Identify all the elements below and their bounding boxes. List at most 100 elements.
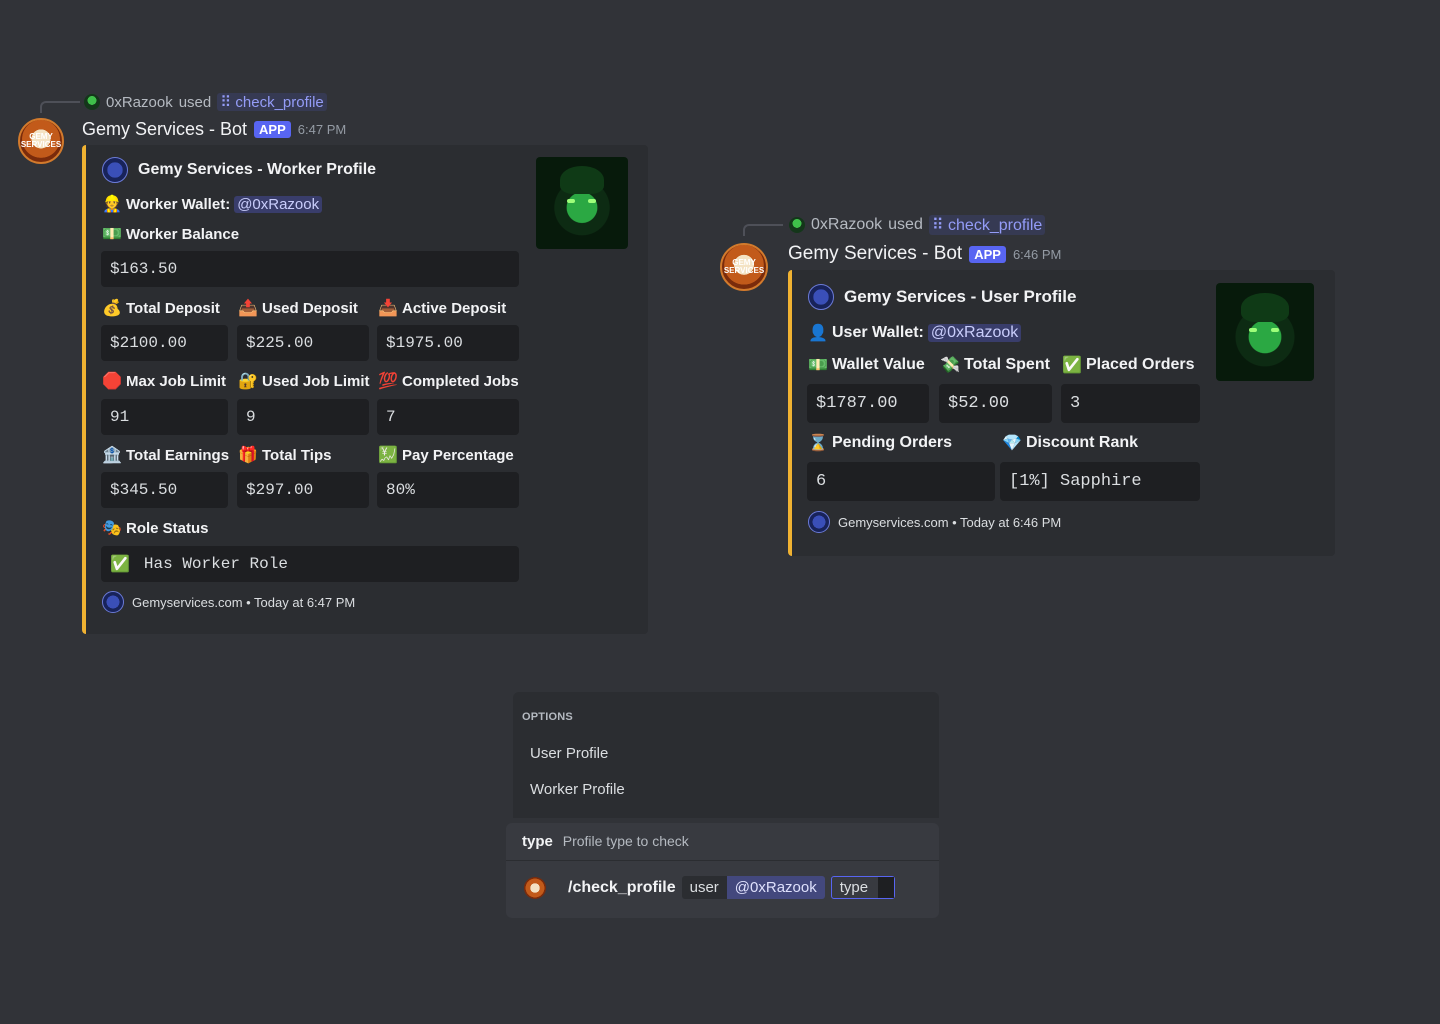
field-value: 3 — [1061, 384, 1200, 423]
field-name: 🏦 Total Earnings — [102, 446, 230, 465]
user-wallet-field: 👤 User Wallet: @0xRazook — [808, 323, 1022, 343]
field-name: 🛑 Max Job Limit — [102, 372, 227, 391]
worker-balance-label: 💵 Worker Balance — [102, 225, 240, 244]
field-name: 🎁 Total Tips — [238, 446, 332, 465]
app-badge: APP — [969, 245, 1006, 263]
field-value: 91 — [101, 399, 228, 435]
field-name: 📥 Active Deposit — [378, 299, 507, 318]
field-value: $297.00 — [237, 472, 369, 508]
field-value: $1975.00 — [377, 325, 519, 361]
dollar-bill-icon: 💵 — [808, 357, 828, 374]
worker-profile-embed: Gemy Services - Worker Profile 👷 Worker … — [82, 145, 648, 634]
field-value: $2100.00 — [101, 325, 228, 361]
field-name: 📤 Used Deposit — [238, 299, 358, 318]
user-wallet-mention[interactable]: @0xRazook — [927, 324, 1022, 342]
command-bar: type Profile type to check /check_profil… — [506, 823, 939, 918]
worker-wallet-mention[interactable]: @0xRazook — [234, 195, 323, 213]
field-value: 6 — [807, 462, 995, 501]
field-name: 💵 Wallet Value — [808, 356, 925, 374]
role-status-value: ✅ Has Worker Role — [101, 546, 519, 582]
reply-user-avatar[interactable] — [789, 217, 805, 233]
field-name: 💹 Pay Percentage — [378, 446, 514, 465]
message-time[interactable]: 6:46 PM — [1013, 247, 1061, 262]
field-name: ⌛ Pending Orders — [808, 434, 953, 452]
type-option-input[interactable]: type — [830, 876, 895, 899]
option-hint: type Profile type to check — [522, 833, 689, 850]
field-name: 🔐 Used Job Limit — [238, 372, 370, 391]
message-header: Gemy Services - Bot APP 6:46 PM — [788, 243, 1061, 265]
reply-connector — [40, 101, 80, 113]
field-value: $1787.00 — [807, 384, 929, 423]
bot-avatar[interactable]: GEMY SERVICES — [720, 243, 768, 291]
embed-author-name: Gemy Services - Worker Profile — [138, 161, 377, 178]
reply-command[interactable]: ⠿ check_profile — [928, 215, 1046, 235]
embed-thumbnail[interactable] — [536, 157, 628, 249]
gemy-logo-icon — [808, 511, 830, 533]
option-user-profile[interactable]: User Profile — [530, 745, 608, 762]
bank-icon: 🏦 — [102, 447, 122, 464]
gift-icon: 🎁 — [238, 447, 258, 464]
field-value: $52.00 — [939, 384, 1052, 423]
reply-used-text: used — [178, 93, 212, 111]
option-name: type — [522, 833, 553, 850]
field-name: ✅ Placed Orders — [1062, 356, 1195, 374]
field-value: $345.50 — [101, 472, 228, 508]
masks-icon: 🎭 — [102, 520, 122, 537]
app-avatar-icon — [524, 876, 546, 899]
gem-icon: 💎 — [1002, 435, 1022, 452]
role-status-label: 🎭 Role Status — [102, 519, 209, 538]
field-name: 💸 Total Spent — [940, 356, 1050, 374]
user-silhouette-icon: 👤 — [808, 325, 828, 342]
reply-used-text: used — [888, 216, 923, 233]
embed-author: Gemy Services - Worker Profile — [102, 157, 376, 183]
bot-avatar[interactable]: GEMY SERVICES — [18, 118, 64, 164]
field-value: 9 — [237, 399, 369, 435]
embed-footer: Gemyservices.com • Today at 6:47 PM — [102, 591, 355, 613]
stop-sign-icon: 🛑 — [102, 373, 122, 390]
app-badge: APP — [254, 121, 291, 138]
field-value: [1%] Sapphire — [1000, 462, 1200, 501]
gemy-logo-icon — [102, 591, 124, 613]
reply-command[interactable]: ⠿ check_profile — [217, 93, 327, 111]
check-icon: ✅ — [110, 556, 130, 574]
hourglass-icon: ⌛ — [808, 435, 828, 452]
reply-user-avatar[interactable] — [84, 94, 100, 110]
field-name: 💰 Total Deposit — [102, 299, 220, 318]
worker-emoji-icon: 👷 — [102, 196, 122, 213]
field-value: 80% — [377, 472, 519, 508]
worker-wallet-field: 👷 Worker Wallet: @0xRazook — [102, 194, 323, 214]
field-name: 💎 Discount Rank — [1002, 434, 1139, 452]
worker-balance-value: $163.50 — [101, 251, 519, 287]
gemy-logo-icon — [808, 284, 834, 310]
outbox-icon: 📤 — [238, 300, 258, 317]
user-wallet-label: User Wallet: — [832, 324, 924, 341]
embed-author: Gemy Services - User Profile — [808, 284, 1076, 310]
command-name: /check_profile — [568, 878, 676, 896]
embed-footer: Gemyservices.com • Today at 6:46 PM — [808, 511, 1061, 533]
reply-preview[interactable]: 0xRazook used ⠿ check_profile — [84, 93, 327, 111]
bot-name[interactable]: Gemy Services - Bot — [82, 119, 247, 140]
message-time[interactable]: 6:47 PM — [298, 122, 346, 137]
money-wings-icon: 💸 — [940, 357, 960, 374]
chart-icon: 💹 — [378, 447, 398, 464]
option-worker-profile[interactable]: Worker Profile — [530, 781, 625, 798]
reply-preview[interactable]: 0xRazook used ⠿ check_profile — [789, 215, 1046, 235]
popup-title: OPTIONS — [522, 711, 573, 723]
reply-username[interactable]: 0xRazook — [106, 94, 173, 111]
message-header: Gemy Services - Bot APP 6:47 PM — [82, 119, 346, 140]
embed-thumbnail[interactable] — [1216, 283, 1314, 381]
money-icon: 💵 — [102, 226, 122, 243]
user-option-value[interactable]: @0xRazook — [726, 876, 825, 899]
command-input[interactable]: /check_profile user @0xRazook type — [524, 876, 895, 899]
option-description: Profile type to check — [562, 833, 689, 849]
field-value: $225.00 — [237, 325, 369, 361]
reply-username[interactable]: 0xRazook — [811, 216, 882, 234]
user-profile-embed: Gemy Services - User Profile 👤 User Wall… — [788, 270, 1335, 556]
check-mark-icon: ✅ — [1062, 357, 1082, 374]
moneybag-icon: 💰 — [102, 300, 122, 317]
bot-name[interactable]: Gemy Services - Bot — [788, 243, 962, 265]
lock-icon: 🔐 — [238, 373, 258, 390]
reply-connector — [743, 224, 783, 236]
inbox-icon: 📥 — [378, 300, 398, 317]
user-option-label[interactable]: user — [681, 876, 727, 899]
